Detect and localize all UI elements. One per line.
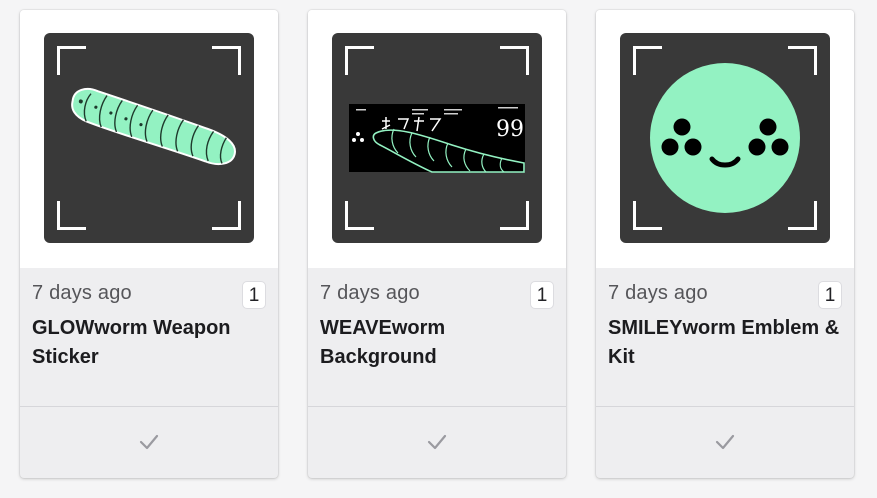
frame-corner-icon — [345, 201, 374, 230]
card-title: GLOWworm Weapon Sticker — [32, 317, 231, 368]
thumbnail-area — [596, 10, 854, 268]
checkmark-icon[interactable] — [138, 431, 160, 453]
frame-corner-icon — [500, 201, 529, 230]
thumbnail[interactable] — [44, 33, 254, 243]
card-meta: 7 days ago 1 WEAVEworm Background — [308, 268, 566, 406]
card-meta: 7 days ago 1 SMILEYworm Emblem & Kit — [596, 268, 854, 406]
frame-corner-icon — [788, 201, 817, 230]
frame-corner-icon — [500, 46, 529, 75]
card-title: WEAVEworm Background — [320, 317, 446, 368]
checkmark-icon[interactable] — [714, 431, 736, 453]
frame-corner-icon — [345, 46, 374, 75]
thumbnail[interactable]: 99 — [332, 33, 542, 243]
item-grid: 7 days ago 1 GLOWworm Weapon Sticker 99 … — [0, 0, 877, 498]
card-title: SMILEYworm Emblem & Kit — [608, 317, 840, 368]
banner-number: 99 — [496, 117, 524, 142]
frame-corner-icon — [212, 46, 241, 75]
frame-corner-icon — [633, 46, 662, 75]
item-card-weaveworm[interactable]: 99 7 days ago 1 WEAVEworm Background — [308, 10, 566, 478]
card-footer[interactable] — [308, 406, 566, 478]
quantity-badge: 1 — [530, 281, 554, 309]
card-date: 7 days ago — [320, 282, 420, 304]
frame-corner-icon — [212, 201, 241, 230]
thumbnail-area: 99 — [308, 10, 566, 268]
thumbnail-area — [20, 10, 278, 268]
card-footer[interactable] — [20, 406, 278, 478]
thumbnail[interactable] — [620, 33, 830, 243]
card-footer[interactable] — [596, 406, 854, 478]
checkmark-icon[interactable] — [426, 431, 448, 453]
quantity-badge: 1 — [242, 281, 266, 309]
card-date: 7 days ago — [32, 282, 132, 304]
item-card-smileyworm[interactable]: 7 days ago 1 SMILEYworm Emblem & Kit — [596, 10, 854, 478]
card-date: 7 days ago — [608, 282, 708, 304]
quantity-badge: 1 — [818, 281, 842, 309]
frame-corner-icon — [57, 46, 86, 75]
card-meta: 7 days ago 1 GLOWworm Weapon Sticker — [20, 268, 278, 406]
frame-corner-icon — [788, 46, 817, 75]
frame-corner-icon — [633, 201, 662, 230]
item-card-glowworm[interactable]: 7 days ago 1 GLOWworm Weapon Sticker — [20, 10, 278, 478]
frame-corner-icon — [57, 201, 86, 230]
